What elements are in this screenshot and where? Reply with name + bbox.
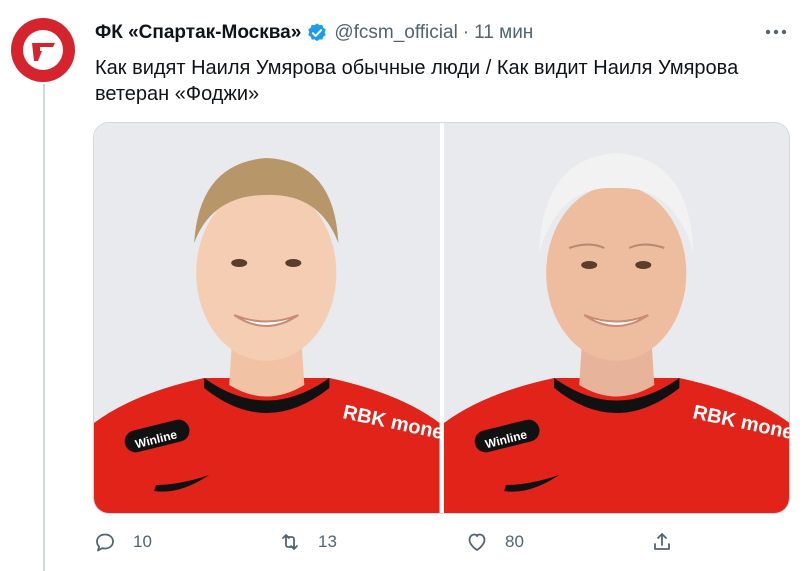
spartak-logo-icon	[23, 30, 63, 70]
retweet-button[interactable]: 13	[278, 530, 337, 554]
young-player-photo[interactable]: Winline RBK money	[94, 123, 440, 513]
heart-icon	[468, 533, 486, 551]
share-button[interactable]	[650, 530, 690, 554]
like-button[interactable]: 80	[465, 530, 524, 554]
reply-count: 10	[133, 532, 152, 551]
tweet-header: ФК «Спартак-Москва» @fcsm_official · 11 …	[95, 20, 533, 46]
share-icon	[654, 533, 670, 550]
thread-line	[43, 84, 45, 571]
tweet-text-line-2: ветеран «Фоджи»	[95, 83, 260, 105]
retweet-icon	[282, 534, 298, 550]
reply-button[interactable]: 10	[93, 530, 152, 554]
retweet-count: 13	[318, 532, 337, 551]
timestamp[interactable]: 11 мин	[474, 22, 533, 44]
media-grid: Winline RBK money Winline RBK money	[93, 122, 790, 514]
like-count: 80	[505, 532, 524, 551]
more-icon[interactable]	[758, 18, 794, 46]
separator-dot: ·	[462, 22, 470, 43]
aged-player-photo[interactable]: Winline RBK money	[443, 123, 789, 513]
account-name[interactable]: ФК «Спартак-Москва»	[95, 22, 301, 44]
avatar[interactable]	[11, 18, 75, 82]
tweet-text: Как видят Наиля Умярова обычные люди / К…	[95, 55, 785, 107]
tweet-actions: 10 13 80	[93, 530, 693, 560]
account-handle[interactable]: @fcsm_official	[334, 22, 457, 44]
tweet-text-line-1: Как видят Наиля Умярова обычные люди / К…	[95, 57, 739, 79]
verified-icon	[306, 22, 328, 44]
reply-icon	[96, 533, 114, 552]
